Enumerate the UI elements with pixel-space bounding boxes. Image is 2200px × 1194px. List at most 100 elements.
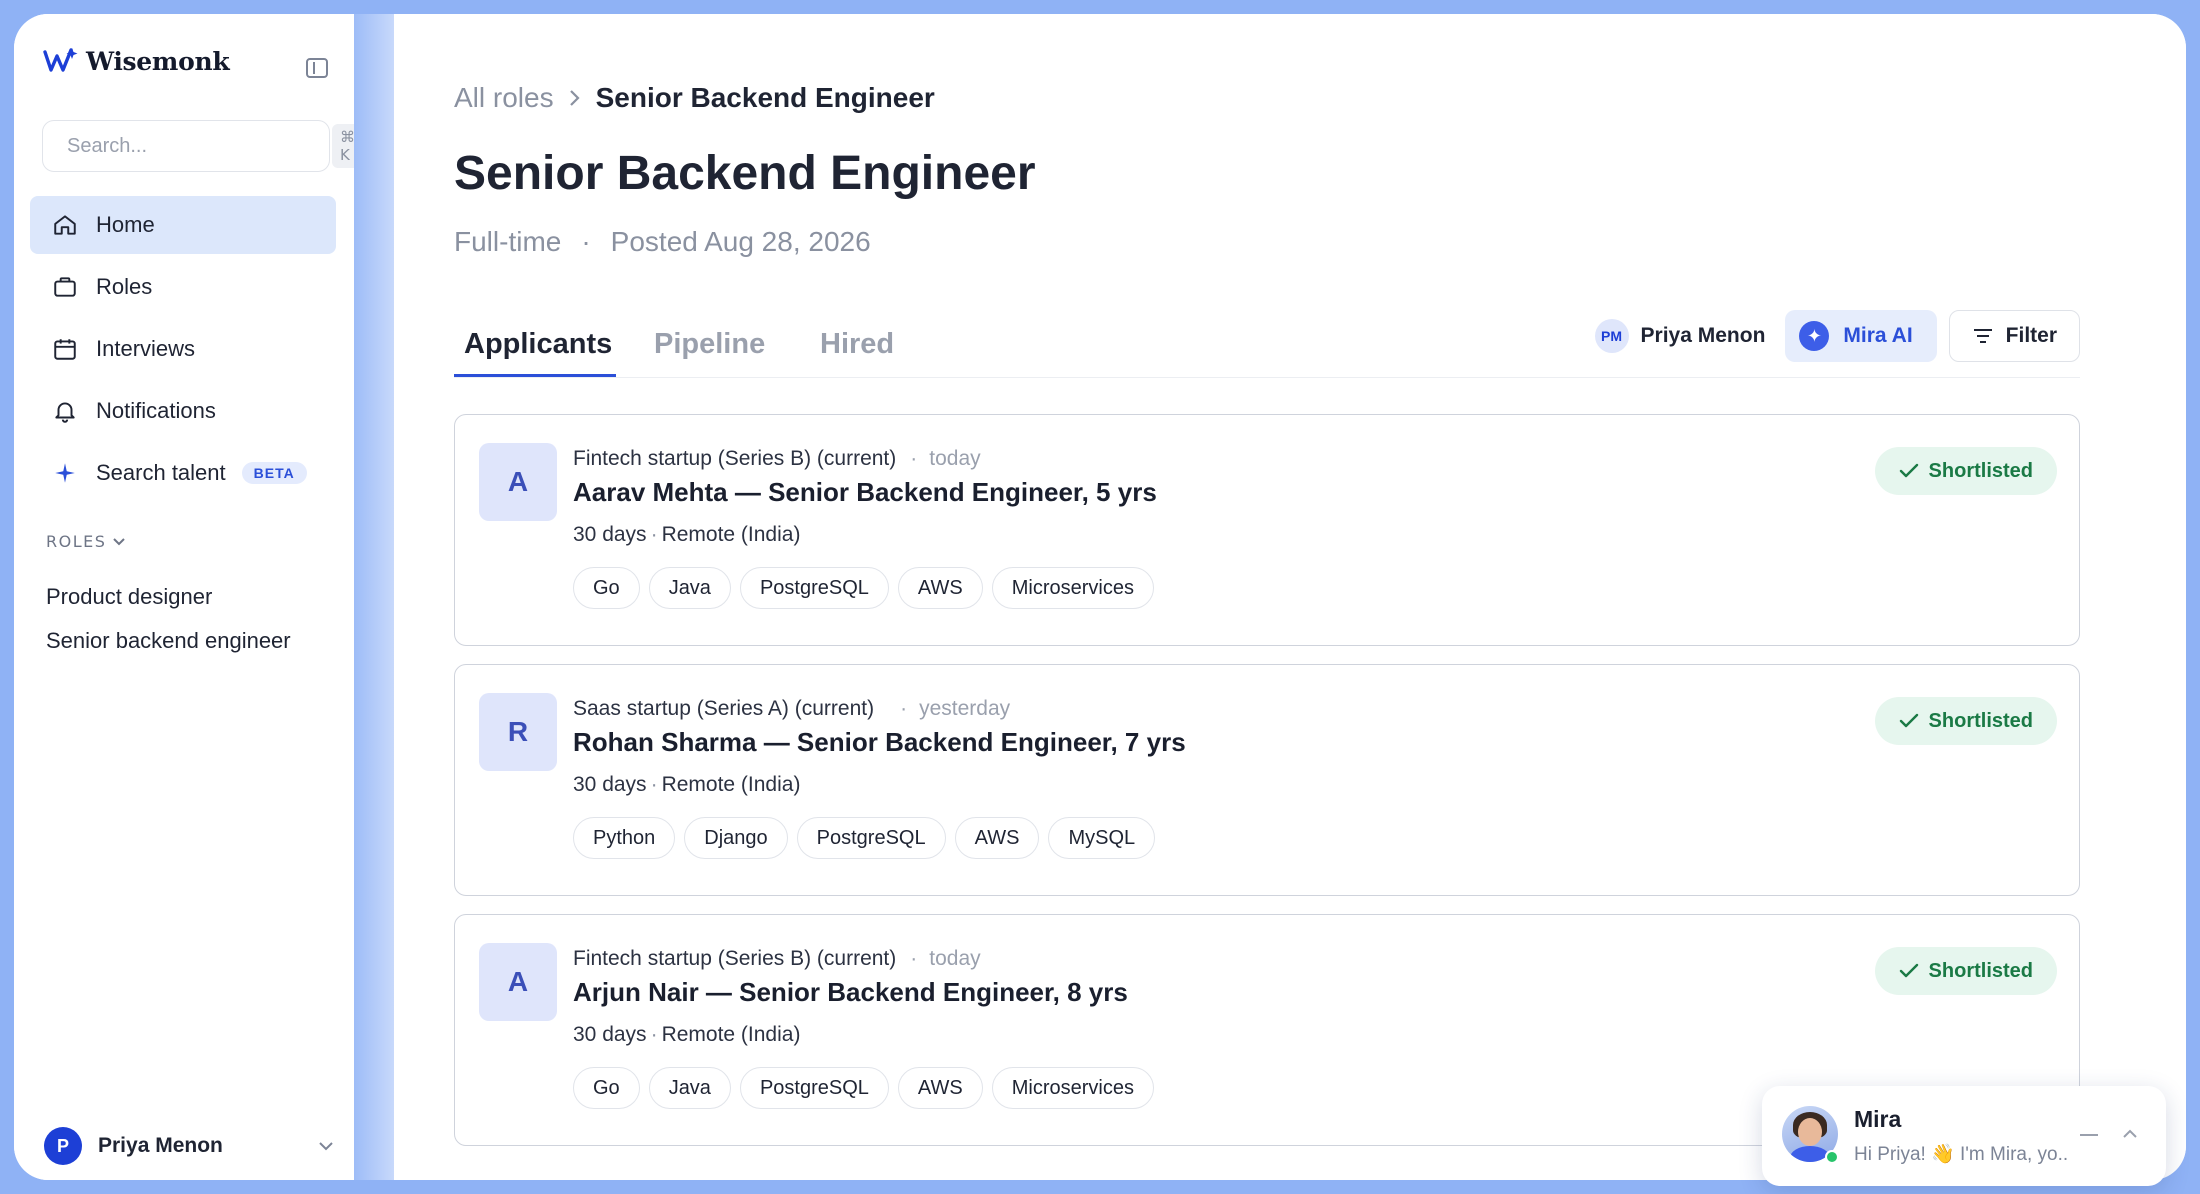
sidebar-item-label: Home bbox=[96, 212, 155, 237]
collapse-sidebar-icon[interactable] bbox=[306, 58, 328, 78]
sidebar-item-roles[interactable]: Roles bbox=[30, 258, 336, 316]
beta-badge: BETA bbox=[241, 462, 307, 484]
meta-separator: · bbox=[581, 226, 591, 257]
applicant-company: Fintech startup (Series B) (current) tod… bbox=[573, 447, 981, 471]
brand-name: Wisemonk bbox=[86, 46, 230, 76]
avatar: A bbox=[479, 943, 557, 1021]
applicant-details: 30 days · Remote (India) bbox=[573, 523, 800, 547]
chevron-down-icon bbox=[113, 537, 126, 545]
sidebar-item-search-talent[interactable]: Search talent BETA bbox=[30, 444, 336, 502]
tab-applicants[interactable]: Applicants bbox=[464, 328, 612, 361]
wisemonk-logo-icon bbox=[43, 48, 78, 72]
applicant-card[interactable]: R Saas startup (Series A) (current) yest… bbox=[454, 664, 2080, 896]
online-status-dot bbox=[1825, 1150, 1839, 1164]
applied-time: today bbox=[910, 447, 980, 471]
roles-section-toggle[interactable]: ROLES bbox=[46, 532, 126, 551]
skill-tag: AWS bbox=[897, 567, 983, 609]
skill-tag: Java bbox=[648, 567, 731, 609]
filter-button[interactable]: Filter bbox=[1948, 310, 2080, 362]
status-label: Shortlisted bbox=[1928, 959, 2033, 982]
active-tab-indicator bbox=[454, 374, 616, 377]
app-window: Wisemonk ⌘ K Home Roles Interviews bbox=[14, 14, 2186, 1180]
skill-list: Go Java PostgreSQL AWS Microservices bbox=[573, 567, 1154, 609]
bell-icon bbox=[55, 402, 75, 423]
company-name: Fintech startup (Series B) (current) bbox=[573, 947, 897, 970]
skill-tag: PostgreSQL bbox=[739, 567, 889, 609]
skill-tag: PostgreSQL bbox=[796, 817, 946, 859]
posted-date: Posted Aug 28, 2026 bbox=[610, 226, 871, 257]
home-icon bbox=[54, 215, 76, 235]
sidebar: Wisemonk ⌘ K Home Roles Interviews bbox=[14, 14, 363, 1180]
toolbar: PM Priya Menon ✦ Mira AI Filter bbox=[1594, 310, 2080, 362]
tab-pipeline[interactable]: Pipeline bbox=[654, 328, 765, 361]
chevron-up-icon[interactable] bbox=[2120, 1124, 2140, 1144]
skill-tag: AWS bbox=[897, 1067, 983, 1109]
filter-icon bbox=[1973, 329, 1992, 343]
user-name: Priya Menon bbox=[98, 1134, 223, 1157]
applicant-card[interactable]: A Fintech startup (Series B) (current) t… bbox=[454, 414, 2080, 646]
chat-name: Mira bbox=[1854, 1106, 1902, 1132]
sidebar-nav: Home Roles Interviews Notifications Sear… bbox=[30, 196, 336, 506]
minimize-icon[interactable] bbox=[2080, 1134, 2098, 1136]
mira-chat-widget[interactable]: Mira Hi Priya! 👋 I'm Mira, yo.. bbox=[1762, 1086, 2166, 1186]
breadcrumb: All roles Senior Backend Engineer bbox=[454, 82, 935, 114]
detail-separator: · bbox=[650, 523, 658, 546]
detail-separator: · bbox=[650, 773, 658, 796]
applicant-details: 30 days · Remote (India) bbox=[573, 1023, 800, 1047]
sidebar-item-home[interactable]: Home bbox=[30, 196, 336, 254]
user-menu[interactable]: P Priya Menon bbox=[44, 1126, 334, 1166]
applicant-company: Saas startup (Series A) (current) yester… bbox=[573, 697, 1010, 721]
applicant-title[interactable]: Rohan Sharma — Senior Backend Engineer, … bbox=[573, 727, 1186, 758]
notice-period: 30 days bbox=[573, 523, 647, 546]
skill-tag: Microservices bbox=[991, 567, 1154, 609]
breadcrumb-current: Senior Backend Engineer bbox=[595, 82, 935, 113]
sidebar-item-label: Notifications bbox=[96, 398, 216, 423]
sparkle-icon bbox=[55, 463, 75, 483]
status-label: Shortlisted bbox=[1928, 709, 2033, 732]
check-icon bbox=[1899, 713, 1918, 728]
applicant-title[interactable]: Aarav Mehta — Senior Backend Engineer, 5… bbox=[573, 477, 1157, 508]
search-input[interactable] bbox=[67, 134, 332, 158]
role-link-senior-backend-engineer[interactable]: Senior backend engineer bbox=[46, 628, 291, 654]
status-badge[interactable]: Shortlisted bbox=[1874, 697, 2057, 745]
sidebar-item-interviews[interactable]: Interviews bbox=[30, 320, 336, 378]
skill-tag: Java bbox=[648, 1067, 731, 1109]
skill-tag: MySQL bbox=[1048, 817, 1156, 859]
skill-list: Go Java PostgreSQL AWS Microservices bbox=[573, 1067, 1154, 1109]
location: Remote (India) bbox=[661, 1023, 801, 1046]
owner-chip[interactable]: PM Priya Menon bbox=[1594, 310, 1774, 362]
status-badge[interactable]: Shortlisted bbox=[1874, 447, 2057, 495]
brand-logo[interactable]: Wisemonk bbox=[42, 46, 230, 76]
role-link-product-designer[interactable]: Product designer bbox=[46, 584, 212, 610]
applicant-details: 30 days · Remote (India) bbox=[573, 773, 800, 797]
tab-hired[interactable]: Hired bbox=[820, 328, 894, 361]
chat-preview-message: Hi Priya! 👋 I'm Mira, yo.. bbox=[1854, 1144, 2069, 1165]
employment-type: Full-time bbox=[454, 226, 562, 257]
applied-time: yesterday bbox=[900, 697, 1010, 721]
avatar: P bbox=[44, 1127, 82, 1165]
sidebar-item-notifications[interactable]: Notifications bbox=[30, 382, 336, 440]
roles-section-label: ROLES bbox=[46, 532, 107, 551]
applied-time: today bbox=[910, 947, 980, 971]
applicant-title[interactable]: Arjun Nair — Senior Backend Engineer, 8 … bbox=[573, 977, 1128, 1008]
skill-tag: Go bbox=[573, 567, 640, 609]
status-badge[interactable]: Shortlisted bbox=[1874, 947, 2057, 995]
sidebar-item-label: Search talent bbox=[96, 460, 226, 485]
breadcrumb-all-roles-link[interactable]: All roles bbox=[454, 82, 554, 114]
detail-separator: · bbox=[650, 1023, 658, 1046]
mira-ai-label: Mira AI bbox=[1843, 324, 1913, 347]
company-name: Saas startup (Series A) (current) bbox=[573, 697, 875, 720]
company-name: Fintech startup (Series B) (current) bbox=[573, 447, 897, 470]
sidebar-divider bbox=[354, 14, 394, 1180]
calendar-icon bbox=[54, 339, 76, 360]
briefcase-icon bbox=[54, 277, 76, 297]
location: Remote (India) bbox=[661, 523, 801, 546]
skill-tag: PostgreSQL bbox=[739, 1067, 889, 1109]
skill-list: Python Django PostgreSQL AWS MySQL bbox=[573, 817, 1156, 859]
check-icon bbox=[1899, 963, 1918, 978]
chevron-right-icon bbox=[569, 90, 580, 106]
mira-ai-button[interactable]: ✦ Mira AI bbox=[1785, 310, 1937, 362]
skill-tag: Python bbox=[573, 817, 676, 859]
search-box[interactable]: ⌘ K bbox=[42, 120, 363, 172]
role-meta: Full-time · Posted Aug 28, 2026 bbox=[454, 226, 871, 258]
